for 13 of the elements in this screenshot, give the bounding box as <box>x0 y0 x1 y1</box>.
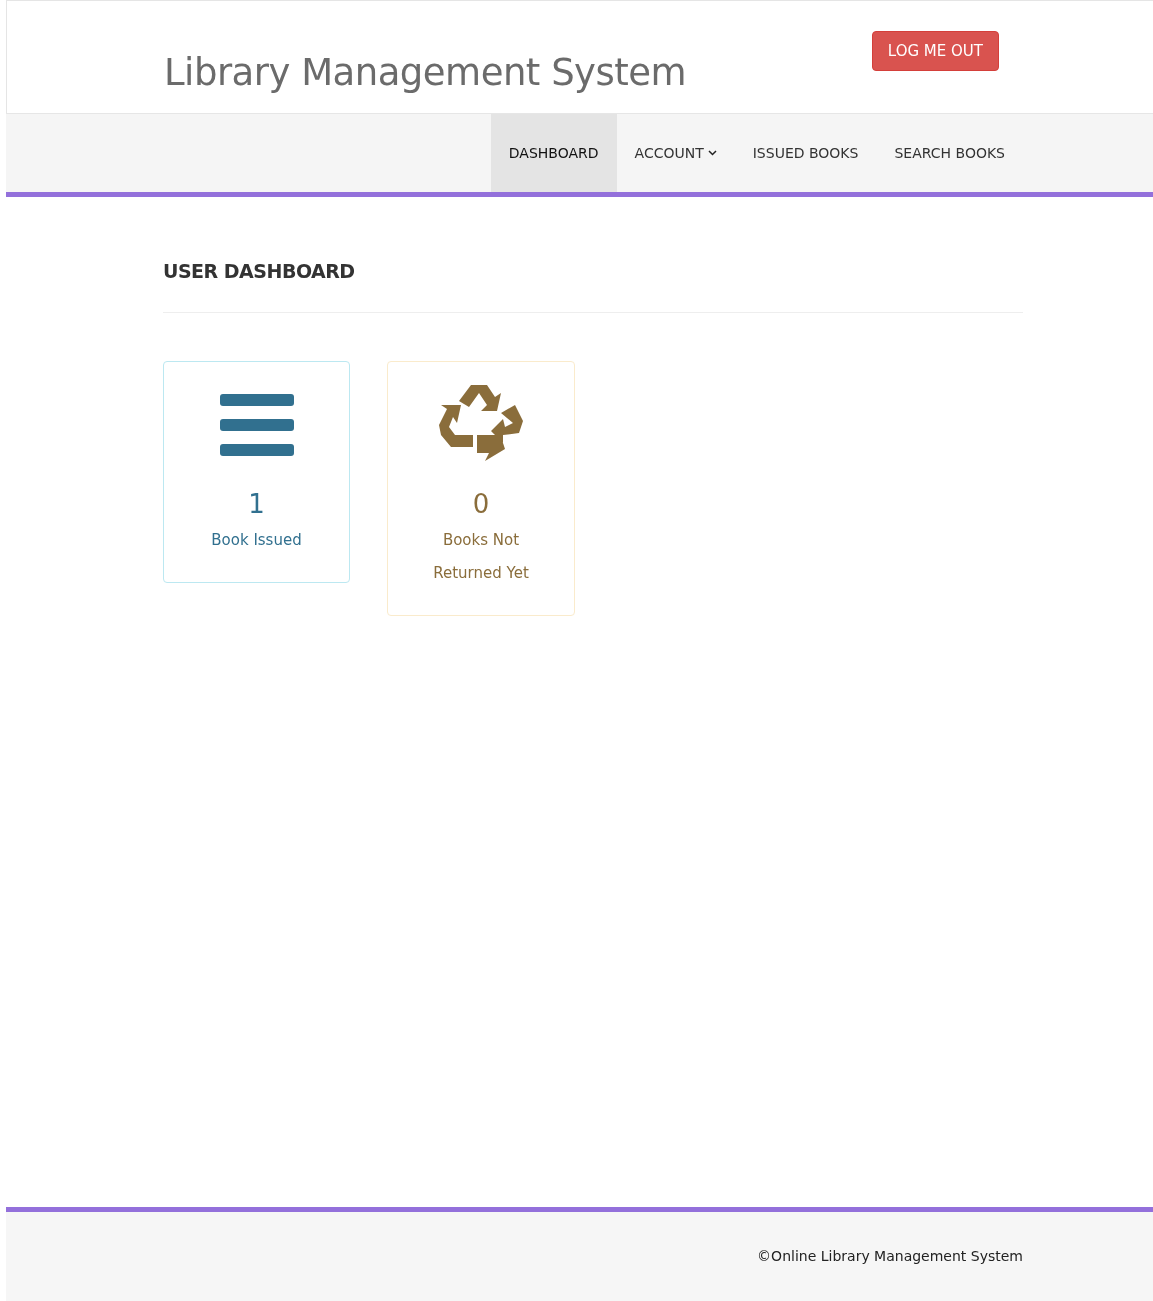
nav-link[interactable]: ISSUED BOOKS <box>734 114 877 192</box>
stat-count: 1 <box>248 487 265 521</box>
site-title: Library Management System <box>164 50 687 96</box>
menu-icon <box>219 393 294 456</box>
nav-link[interactable]: ACCOUNT <box>616 114 735 192</box>
stat-label: Books Not Returned Yet <box>432 529 530 584</box>
stat-label: Book Issued <box>210 529 303 551</box>
page-heading: USER DASHBOARD <box>163 259 356 284</box>
copyright-text: ©Online Library Management System <box>757 1247 1023 1266</box>
nav-link[interactable]: SEARCH BOOKS <box>876 114 1023 192</box>
stat-count: 0 <box>472 487 490 521</box>
log-out-button[interactable]: LOG ME OUT <box>871 31 999 71</box>
nav-link[interactable]: DASHBOARD <box>490 114 617 192</box>
